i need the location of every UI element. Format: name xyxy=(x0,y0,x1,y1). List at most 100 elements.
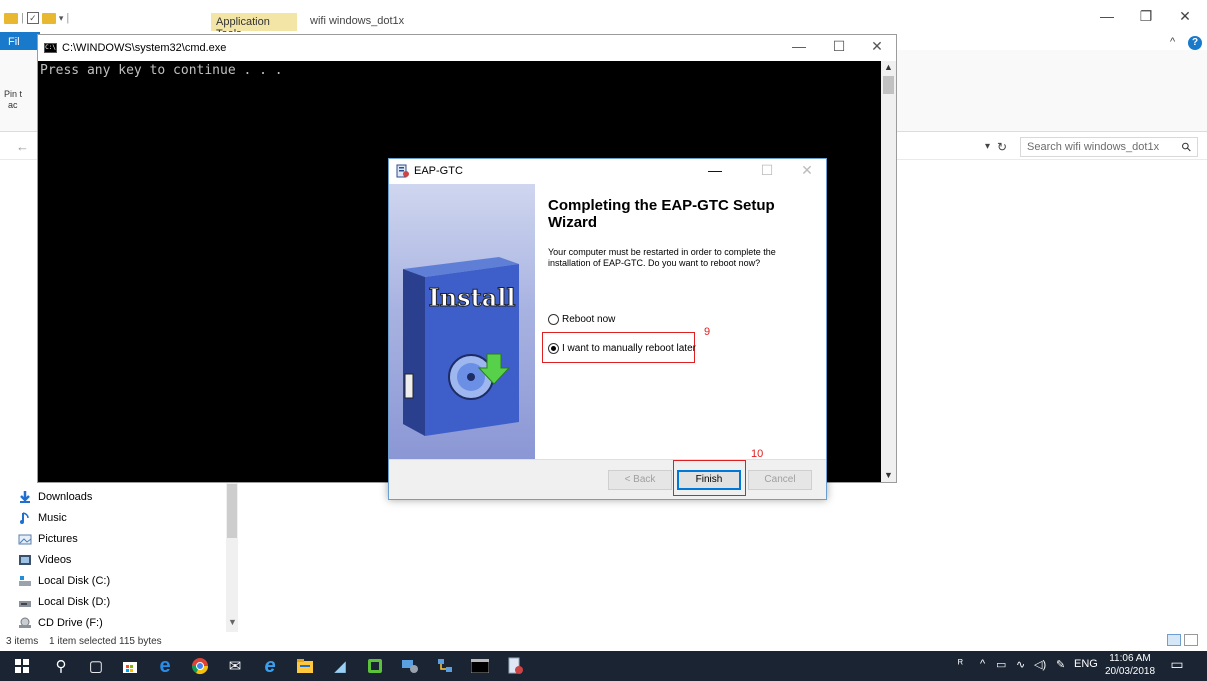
installer-icon xyxy=(396,164,409,178)
edge-icon[interactable]: e xyxy=(155,655,175,677)
nav-item-label: Music xyxy=(38,512,67,524)
search-input[interactable]: Search wifi windows_dot1x xyxy=(1020,137,1198,157)
download-icon xyxy=(20,491,30,503)
ie-icon[interactable]: e xyxy=(260,655,280,677)
nav-item-label: Videos xyxy=(38,554,72,566)
nav-item-label: Downloads xyxy=(38,491,93,503)
nav-item-cd-drive[interactable]: CD Drive (F:) xyxy=(18,613,103,633)
notifications-icon[interactable]: ▭ xyxy=(1167,656,1187,676)
nav-scroll-down-icon[interactable]: ▼ xyxy=(228,617,237,627)
cmd-scroll-down-icon[interactable]: ▼ xyxy=(884,470,893,480)
pen-icon[interactable]: ✎ xyxy=(1056,658,1065,671)
mail-icon[interactable]: ✉ xyxy=(225,656,245,676)
back-arrow-icon[interactable]: ← xyxy=(16,139,29,154)
cancel-button: Cancel xyxy=(748,470,812,490)
store-icon[interactable] xyxy=(120,656,140,676)
file-explorer-icon[interactable] xyxy=(295,656,315,676)
file-tab[interactable]: Fil xyxy=(0,32,40,50)
dialog-minimize-icon[interactable]: — xyxy=(700,162,730,178)
address-dropdown-icon[interactable]: ▾ xyxy=(985,141,990,152)
checkbox-icon[interactable]: ✓ xyxy=(26,12,39,24)
wizard-description: Your computer must be restarted in order… xyxy=(548,247,776,268)
folder-icon[interactable] xyxy=(4,12,18,24)
disk-icon xyxy=(19,576,31,586)
app-icon-2[interactable] xyxy=(365,656,385,676)
cmd-minimize-icon[interactable]: — xyxy=(784,38,814,54)
nav-item-label: Local Disk (C:) xyxy=(38,575,111,587)
radio-button-selected-icon[interactable] xyxy=(548,342,559,354)
minimize-icon[interactable]: — xyxy=(1092,8,1122,24)
battery-icon[interactable]: ▭ xyxy=(996,658,1006,671)
nav-item-music[interactable]: Music xyxy=(18,508,67,528)
view-buttons xyxy=(1167,634,1198,646)
finish-button[interactable]: Finish xyxy=(677,470,741,490)
terminal-icon[interactable] xyxy=(470,656,490,676)
nav-item-videos[interactable]: Videos xyxy=(18,550,71,570)
cmd-window-title: C:\WINDOWS\system32\cmd.exe xyxy=(62,42,227,54)
radio-label: I want to manually reboot later xyxy=(562,342,696,354)
application-tools-tab[interactable]: Application Tools xyxy=(211,13,297,40)
cmd-scrollbar[interactable] xyxy=(881,61,896,482)
language-indicator[interactable]: ENG xyxy=(1074,658,1098,670)
cmd-close-icon[interactable]: ✕ xyxy=(862,38,892,55)
taskbar xyxy=(0,651,1207,681)
nav-item-local-disk-d[interactable]: Local Disk (D:) xyxy=(18,592,110,612)
nav-item-pictures[interactable]: Pictures xyxy=(18,529,78,549)
cmd-scroll-thumb[interactable] xyxy=(883,76,894,94)
clock-date: 20/03/2018 xyxy=(1104,666,1156,677)
status-item-count: 3 items xyxy=(6,636,39,647)
network-app-icon[interactable] xyxy=(400,656,420,676)
explorer-titlebar xyxy=(0,0,1207,32)
status-selection: 1 item selected 115 bytes xyxy=(49,636,162,647)
wizard-side-image: Install xyxy=(389,184,535,459)
clock[interactable]: 11:06 AM 20/03/2018 xyxy=(1103,652,1157,678)
show-hidden-icons-icon[interactable]: ^ xyxy=(980,658,985,670)
pin-to-quick-access-label[interactable]: Pin t ac xyxy=(4,89,22,111)
radio-button-icon[interactable] xyxy=(548,313,559,325)
cd-drive-icon xyxy=(19,617,31,628)
search-icon[interactable]: ⚲ xyxy=(51,656,71,676)
restore-icon[interactable]: ❐ xyxy=(1131,8,1161,25)
installer-icon[interactable] xyxy=(505,656,525,676)
network-icon[interactable] xyxy=(435,656,455,676)
app-icon[interactable]: ◢ xyxy=(330,656,350,676)
cmd-maximize-icon[interactable]: ☐ xyxy=(824,38,854,55)
qat-dropdown-icon[interactable]: ▾ xyxy=(59,13,64,24)
dialog-close-icon: ✕ xyxy=(801,162,813,178)
back-button: < Back xyxy=(608,470,672,490)
refresh-icon[interactable]: ↻ xyxy=(997,140,1007,154)
cmd-output: Press any key to continue . . . xyxy=(40,63,283,78)
task-view-icon[interactable]: ▢ xyxy=(86,656,106,676)
volume-icon[interactable]: ◁) xyxy=(1034,658,1046,671)
nav-scroll-thumb[interactable] xyxy=(227,484,237,538)
help-icon[interactable]: ? xyxy=(1188,36,1202,50)
large-icons-view-icon[interactable] xyxy=(1184,634,1198,646)
reboot-now-radio[interactable]: Reboot now xyxy=(548,312,615,326)
chrome-icon[interactable] xyxy=(190,656,210,676)
nav-item-local-disk-c[interactable]: Local Disk (C:) xyxy=(18,571,110,591)
close-icon[interactable]: ✕ xyxy=(1170,8,1200,25)
details-view-icon[interactable] xyxy=(1167,634,1181,646)
wizard-heading: Completing the EAP-GTC Setup Wizard xyxy=(548,197,775,231)
install-box-text: Install xyxy=(428,283,515,312)
pin-text-line1: Pin t xyxy=(4,89,23,99)
radio-label: Reboot now xyxy=(562,313,616,325)
nav-item-label: Local Disk (D:) xyxy=(38,596,111,608)
windows-start-icon[interactable] xyxy=(12,656,32,676)
pin-text-line2: ac xyxy=(8,100,18,110)
dialog-title: EAP-GTC xyxy=(414,165,463,177)
disk-icon xyxy=(19,601,31,607)
new-folder-icon[interactable] xyxy=(41,12,56,24)
people-icon[interactable]: ᴿ xyxy=(958,658,963,670)
cmd-scroll-up-icon[interactable]: ▲ xyxy=(884,62,893,72)
setup-wizard-dialog: EAP-GTC — ☐ ✕ Install Completing the EAP… xyxy=(388,158,827,500)
nav-item-downloads[interactable]: Downloads xyxy=(18,487,92,507)
wifi-icon[interactable]: ∿ xyxy=(1016,658,1025,671)
reboot-later-radio[interactable]: I want to manually reboot later xyxy=(548,341,696,355)
videos-icon xyxy=(19,555,31,565)
pictures-icon xyxy=(18,534,32,545)
ribbon-collapse-icon[interactable]: ^ xyxy=(1170,36,1175,48)
music-icon xyxy=(20,512,29,524)
cmd-icon: C:\ xyxy=(44,43,57,53)
dialog-maximize-icon: ☐ xyxy=(760,162,774,178)
